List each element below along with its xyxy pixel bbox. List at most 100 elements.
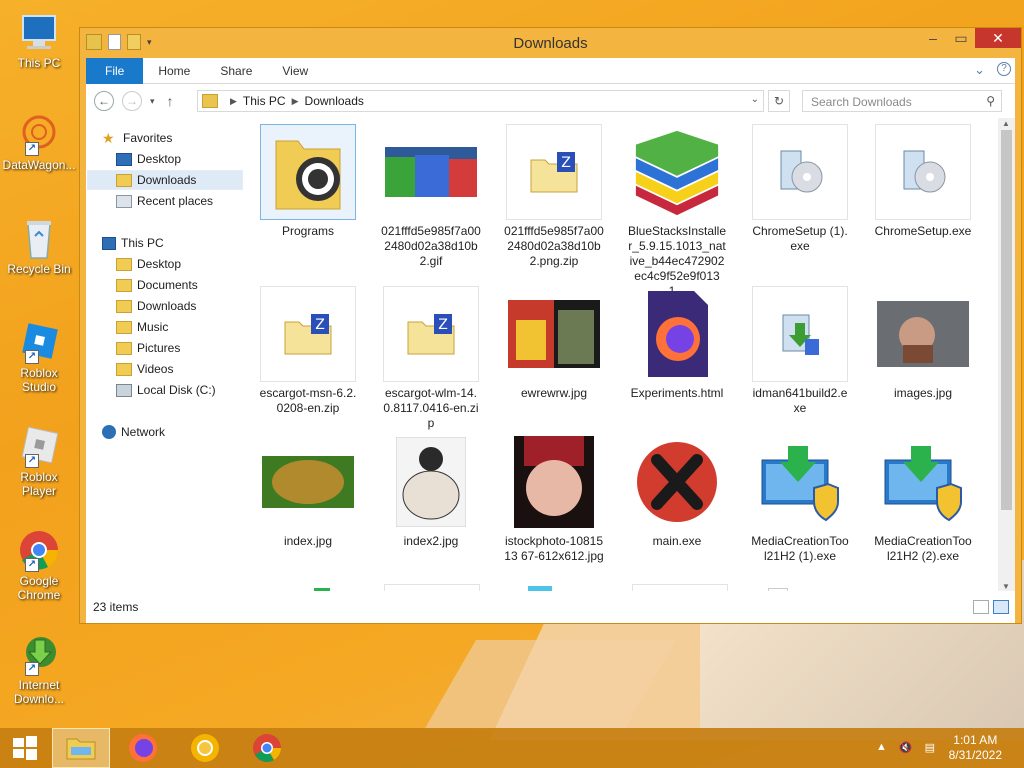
vertical-scrollbar[interactable]: ▲ ▼ — [998, 118, 1015, 592]
nav-this-pc[interactable]: This PC — [102, 233, 164, 253]
title-bar[interactable]: ▾ Downloads – ▭ ✕ — [80, 28, 1021, 58]
refresh-button[interactable]: ↻ — [768, 90, 790, 112]
maximize-button[interactable]: ▭ — [947, 28, 975, 48]
file-item[interactable]: index2.jpg — [379, 434, 483, 549]
file-item[interactable]: Experiments.html — [625, 286, 729, 401]
minimize-button[interactable]: – — [919, 28, 947, 48]
nav-fav-recent-places[interactable]: Recent places — [116, 191, 213, 211]
desktop-icon-roblox-player[interactable]: ↗ Roblox Player — [2, 424, 76, 498]
nav-pc-pictures[interactable]: Pictures — [116, 338, 180, 358]
desktop-icon-this-pc[interactable]: This PC — [2, 10, 76, 70]
file-item[interactable]: Z 021fffd5e985f7a002480d02a38d10b2.png.z… — [502, 124, 606, 269]
show-hidden-icons-icon[interactable]: ▲ — [876, 741, 887, 754]
shortcut-arrow-icon: ↗ — [25, 558, 39, 572]
desktop-icon-internet-download-manager[interactable]: ↗ Internet Downlo... — [2, 632, 76, 706]
file-item[interactable]: Programs — [256, 124, 360, 239]
ribbon-tabs: File Home Share View ⌄ ? — [86, 57, 1015, 84]
taskbar-file-explorer[interactable] — [52, 728, 110, 768]
taskbar-chrome[interactable] — [238, 728, 296, 768]
desktop-icon-recycle-bin[interactable]: Recycle Bin — [2, 216, 76, 276]
computer-icon — [102, 236, 116, 250]
installer-icon — [752, 286, 848, 382]
breadcrumb-downloads[interactable]: Downloads — [305, 94, 364, 108]
volume-muted-icon[interactable]: 🔇 — [899, 741, 913, 754]
svg-text:Z: Z — [315, 317, 325, 333]
up-button[interactable]: ↑ — [167, 93, 174, 109]
file-item[interactable]: Z escargot-msn-6.2.0208-en.zip — [256, 286, 360, 416]
scroll-down-icon[interactable]: ▼ — [1002, 582, 1010, 591]
chrome-canary-icon — [191, 734, 219, 762]
start-button[interactable] — [0, 728, 50, 768]
network-status-icon[interactable]: ▤ — [925, 741, 935, 754]
nav-favorites[interactable]: ★ Favorites — [102, 128, 172, 148]
taskbar-firefox[interactable] — [114, 728, 172, 768]
desktop-icon-google-chrome[interactable]: ↗ Google Chrome — [2, 528, 76, 602]
folder-icon — [116, 278, 132, 292]
file-item[interactable]: ChromeSetup (1).exe — [748, 124, 852, 254]
close-button[interactable]: ✕ — [975, 28, 1021, 48]
file-item[interactable]: Z escargot-wlm-14.0.8117.0416-en.zip — [379, 286, 483, 431]
file-item[interactable]: main.exe — [625, 434, 729, 549]
navigation-bar: ← → ▾ ↑ ▶ This PC ▶ Downloads ⌄ ↻ Search… — [86, 84, 1015, 118]
recent-places-icon — [116, 194, 132, 208]
nav-pc-downloads[interactable]: Downloads — [116, 296, 196, 316]
zip-icon: Z — [383, 286, 479, 382]
scroll-up-icon[interactable]: ▲ — [1002, 119, 1010, 128]
forward-button[interactable]: → — [122, 91, 142, 111]
computer-icon — [15, 10, 63, 54]
nav-pc-documents[interactable]: Documents — [116, 275, 198, 295]
gif-thumbnail — [383, 124, 479, 220]
file-item[interactable]: istockphoto-1081513 67-612x612.jpg — [502, 434, 606, 564]
desktop-icon-datawagon[interactable]: ↗ DataWagon... — [2, 112, 76, 172]
file-item[interactable]: index.jpg — [256, 434, 360, 549]
taskbar: ▲ 🔇 ▤ 1:01 AM 8/31/2022 — [0, 728, 1024, 768]
file-item[interactable]: images.jpg — [871, 286, 975, 401]
breadcrumb-this-pc[interactable]: This PC — [243, 94, 286, 108]
taskbar-chrome-canary[interactable] — [176, 728, 234, 768]
tab-file[interactable]: File — [86, 57, 144, 84]
chevron-down-icon[interactable]: ⌄ — [751, 94, 759, 105]
clock-time: 1:01 AM — [953, 733, 998, 747]
nav-pc-videos[interactable]: Videos — [116, 359, 173, 379]
jpg-thumbnail — [383, 434, 479, 530]
zip-icon: Z — [260, 286, 356, 382]
scroll-thumb[interactable] — [1001, 130, 1012, 510]
file-item[interactable]: idman641build2.exe — [748, 286, 852, 416]
search-input[interactable]: Search Downloads ⚲ — [802, 90, 1002, 112]
installer-icon — [875, 124, 971, 220]
taskbar-clock[interactable]: 1:01 AM 8/31/2022 — [949, 733, 1002, 763]
search-placeholder: Search Downloads — [811, 95, 912, 109]
expand-ribbon-icon[interactable]: ⌄ — [974, 62, 985, 78]
nav-pc-local-disk[interactable]: Local Disk (C:) — [116, 380, 216, 400]
nav-network[interactable]: Network — [102, 422, 165, 442]
file-item[interactable]: ewrewrw.jpg — [502, 286, 606, 401]
recent-locations-icon[interactable]: ▾ — [150, 96, 155, 107]
nav-fav-downloads[interactable]: Downloads — [87, 170, 243, 190]
media-creation-tool-icon — [752, 434, 848, 530]
desktop-icon-roblox-studio[interactable]: ↗ Roblox Studio — [2, 320, 76, 394]
explorer-window[interactable]: ▾ Downloads – ▭ ✕ File Home Share View ⌄… — [79, 27, 1022, 624]
large-icons-view-icon[interactable] — [993, 600, 1009, 614]
nav-fav-desktop[interactable]: Desktop — [116, 149, 181, 169]
tab-share[interactable]: Share — [205, 58, 267, 84]
chevron-right-icon: ▶ — [291, 95, 299, 106]
file-item[interactable]: MediaCreationTool21H2 (2).exe — [871, 434, 975, 564]
help-icon[interactable]: ? — [997, 62, 1011, 76]
details-view-icon[interactable] — [973, 600, 989, 614]
status-bar: 23 items — [86, 591, 1015, 623]
file-item[interactable]: MediaCreationTool21H2 (1).exe — [748, 434, 852, 564]
desktop-icon — [116, 152, 132, 166]
folder-icon — [116, 320, 132, 334]
file-item[interactable]: ChromeSetup.exe — [871, 124, 975, 239]
file-item[interactable]: 021fffd5e985f7a002480d02a38d10b2.gif — [379, 124, 483, 269]
back-button[interactable]: ← — [94, 91, 114, 111]
tab-home[interactable]: Home — [143, 58, 205, 84]
tab-view[interactable]: View — [267, 58, 323, 84]
roblox-studio-icon: ↗ — [15, 320, 63, 364]
nav-pc-desktop[interactable]: Desktop — [116, 254, 181, 274]
address-bar[interactable]: ▶ This PC ▶ Downloads ⌄ — [197, 90, 764, 112]
file-item[interactable]: BlueStacksInstaller_5.9.15.1013_native_b… — [625, 124, 729, 299]
nav-pc-music[interactable]: Music — [116, 317, 168, 337]
roblox-player-icon: ↗ — [15, 424, 63, 468]
file-view: Programs 021fffd5e985f7a002480d02a38d10b… — [256, 118, 996, 593]
